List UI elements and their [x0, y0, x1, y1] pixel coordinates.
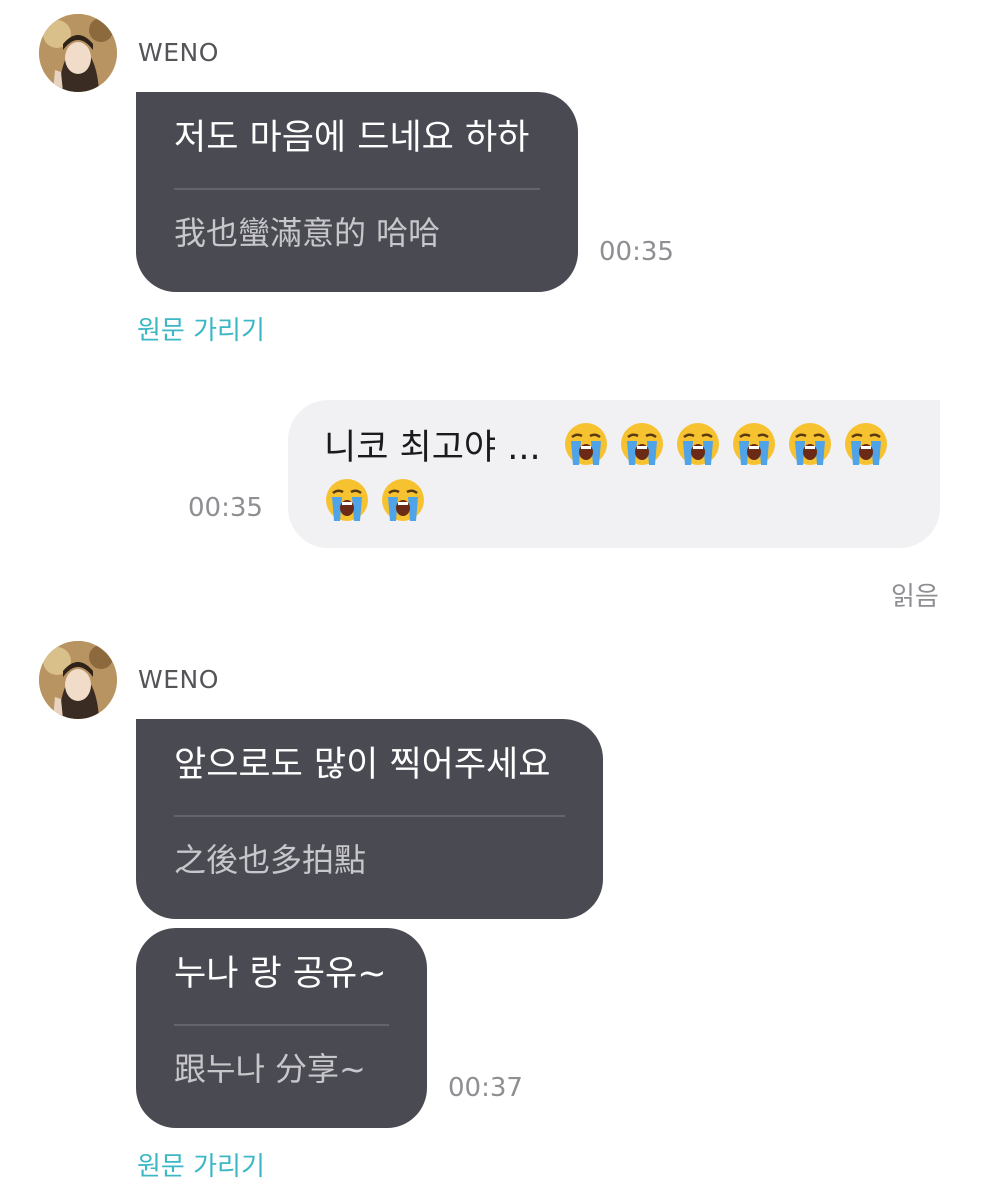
message-time: 00:37	[448, 1073, 523, 1103]
message-bubble[interactable]: 저도 마음에 드네요 하하 我也蠻滿意的 哈哈	[136, 92, 578, 292]
message-time: 00:35	[599, 237, 674, 267]
loudly-crying-face-icon	[675, 421, 721, 467]
outgoing-text-line-2	[324, 476, 910, 532]
loudly-crying-face-icon	[843, 421, 889, 467]
hide-original-link[interactable]: 원문 가리기	[137, 314, 265, 348]
original-text: 누나 랑 공유~	[174, 954, 387, 994]
translated-text: 我也蠻滿意的 哈哈	[174, 214, 441, 252]
original-text: 앞으로도 많이 찍어주세요	[174, 745, 551, 785]
sender-name: WENO	[138, 665, 219, 694]
translated-text: 跟누나 分享~	[174, 1050, 366, 1088]
loudly-crying-face-icon	[787, 421, 833, 467]
outgoing-text: 니코 최고야 ...	[324, 420, 910, 476]
message-bubble-outgoing[interactable]: 니코 최고야 ...	[288, 400, 940, 548]
sender-avatar[interactable]	[39, 14, 117, 92]
sender-name: WENO	[138, 38, 219, 67]
message-bubble[interactable]: 앞으로도 많이 찍어주세요 之後也多拍點	[136, 719, 603, 919]
message-bubble[interactable]: 누나 랑 공유~ 跟누나 分享~	[136, 928, 427, 1128]
translated-text: 之後也多拍點	[174, 841, 367, 879]
message-time: 00:35	[188, 493, 263, 523]
original-text: 저도 마음에 드네요 하하	[174, 118, 530, 158]
loudly-crying-face-icon	[324, 477, 370, 523]
outgoing-message-text: 니코 최고야 ...	[324, 428, 541, 468]
loudly-crying-face-icon	[731, 421, 777, 467]
translation-divider	[174, 1024, 389, 1026]
loudly-crying-face-icon	[619, 421, 665, 467]
translation-divider	[174, 815, 565, 817]
loudly-crying-face-icon	[380, 477, 426, 523]
translation-divider	[174, 188, 540, 190]
sender-avatar[interactable]	[39, 641, 117, 719]
loudly-crying-face-icon	[563, 421, 609, 467]
read-status: 읽음	[891, 582, 939, 612]
hide-original-link[interactable]: 원문 가리기	[137, 1150, 265, 1184]
